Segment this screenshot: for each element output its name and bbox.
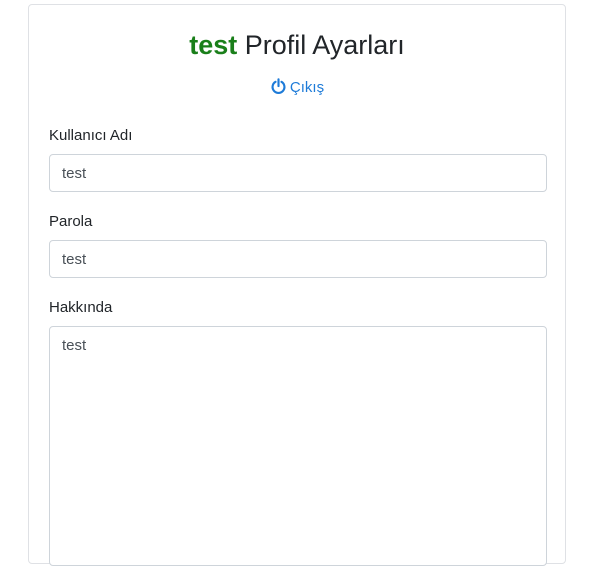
about-textarea[interactable]: test — [49, 326, 547, 566]
password-label: Parola — [49, 213, 93, 230]
logout-label: Çıkış — [289, 79, 325, 96]
page-title: test Profil Ayarları — [29, 29, 565, 61]
logout-link[interactable]: Çıkış — [29, 78, 565, 98]
title-username: test — [189, 30, 238, 60]
password-input[interactable] — [49, 240, 547, 278]
username-input[interactable] — [49, 154, 547, 192]
username-label: Kullanıcı Adı — [49, 127, 133, 144]
about-label: Hakkında — [49, 299, 113, 316]
title-suffix: Profil Ayarları — [244, 30, 405, 60]
power-icon — [271, 78, 286, 94]
profile-settings-card: test Profil Ayarları Çıkış Kullanıcı Adı… — [28, 4, 566, 566]
